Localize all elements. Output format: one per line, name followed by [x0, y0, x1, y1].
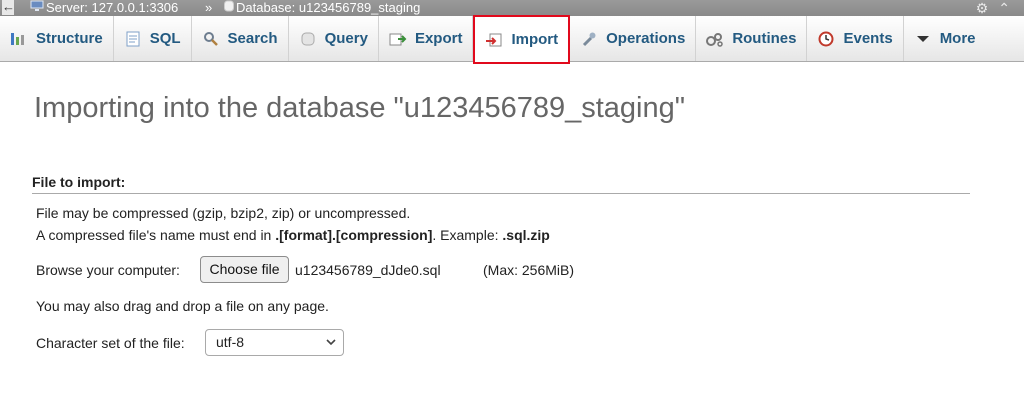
drag-drop-note: You may also drag and drop a file on any… — [36, 298, 329, 314]
breadcrumb-separator: » — [205, 0, 213, 15]
server-icon — [30, 0, 44, 16]
gear-icon[interactable]: ⚙ — [976, 0, 989, 16]
tab-structure[interactable]: Structure — [0, 16, 114, 61]
chevron-down-icon — [325, 329, 337, 365]
tab-menu: Structure SQL Search Query Export Import — [0, 15, 1024, 64]
page-title: Importing into the database "u123456789_… — [34, 92, 686, 124]
back-arrow-icon[interactable]: ← — [2, 0, 15, 15]
breadcrumb-server[interactable]: Server: 127.0.0.1:3306 — [30, 0, 178, 16]
import-icon — [485, 31, 503, 49]
chosen-file-name: u123456789_dJde0.sql — [295, 262, 441, 278]
search-icon — [202, 30, 220, 48]
tab-export[interactable]: Export — [379, 16, 474, 61]
format-hint: .[format].[compression] — [275, 227, 433, 243]
tab-query[interactable]: Query — [289, 16, 379, 61]
tab-routines[interactable]: Routines — [696, 16, 808, 61]
routines-icon — [706, 30, 724, 48]
browse-label: Browse your computer: — [36, 262, 180, 278]
tab-operations[interactable]: Operations — [570, 16, 697, 61]
choose-file-button[interactable]: Choose file — [200, 256, 289, 283]
charset-label: Character set of the file: — [36, 335, 185, 351]
breadcrumb-database[interactable]: Database: u123456789_staging — [224, 0, 420, 16]
chevron-down-icon — [914, 30, 932, 48]
charset-select[interactable]: utf-8 — [205, 329, 344, 356]
export-icon — [389, 30, 407, 48]
tab-import[interactable]: Import — [473, 15, 571, 64]
breadcrumb: ← Server: 127.0.0.1:3306 » Database: u12… — [0, 0, 1024, 16]
query-icon — [299, 30, 317, 48]
tab-search[interactable]: Search — [192, 16, 289, 61]
file-name-note: A compressed file's name must end in .[f… — [36, 227, 550, 243]
section-label: File to import: — [32, 174, 970, 194]
clock-icon — [817, 30, 835, 48]
tab-more[interactable]: More — [904, 16, 986, 61]
example-hint: .sql.zip — [502, 227, 550, 243]
database-icon — [224, 0, 234, 16]
collapse-icon[interactable]: ⌃ — [998, 0, 1010, 16]
compress-note: File may be compressed (gzip, bzip2, zip… — [36, 205, 411, 221]
max-size-label: (Max: 256MiB) — [483, 262, 575, 278]
tab-sql[interactable]: SQL — [114, 16, 192, 61]
structure-icon — [10, 30, 28, 48]
tab-events[interactable]: Events — [807, 16, 904, 61]
wrench-icon — [580, 30, 598, 48]
sql-icon — [124, 30, 142, 48]
